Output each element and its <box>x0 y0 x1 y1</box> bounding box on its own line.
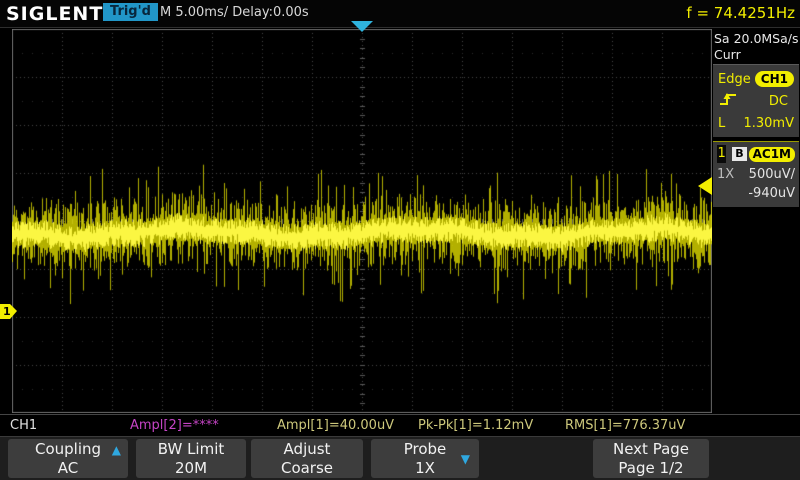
trigger-level-value: 1.30mV <box>743 116 794 131</box>
trigger-level-marker[interactable] <box>698 177 712 195</box>
trigger-status-badge: Trig'd <box>103 3 158 21</box>
measurement-ampl1: Ampl[1]=40.00uV <box>277 418 394 433</box>
chevron-down-icon: ▼ <box>461 450 470 469</box>
rising-edge-icon <box>718 91 738 111</box>
header-bar: SIGLENT Trig'd M 5.00ms/ Delay:0.00s f =… <box>0 0 800 28</box>
softkey-title: Adjust <box>251 440 363 459</box>
softkey-menu: Coupling AC ▲ BW Limit 20M Adjust Coarse… <box>0 437 800 480</box>
measurement-pkpk: Pk-Pk[1]=1.12mV <box>418 418 533 433</box>
trigger-source-badge: CH1 <box>755 71 794 87</box>
trigger-frequency-readout: f = 74.4251Hz <box>686 4 795 22</box>
channel-number: 1 <box>717 145 726 163</box>
channel-coupling-badge: AC1M <box>749 147 795 162</box>
measurement-rms: RMS[1]=776.37uV <box>565 418 685 433</box>
measurement-bar: CH1 Ampl[2]=**** Ampl[1]=40.00uV Pk-Pk[1… <box>0 414 800 437</box>
softkey-value: AC <box>8 459 128 478</box>
softkey-value: 20M <box>136 459 246 478</box>
waveform-display <box>12 29 712 413</box>
measurement-ampl2: Ampl[2]=**** <box>130 418 219 433</box>
bandwidth-limit-badge: B <box>732 147 746 161</box>
softkey-adjust[interactable]: Adjust Coarse <box>251 439 363 478</box>
oscilloscope-screen: SIGLENT Trig'd M 5.00ms/ Delay:0.00s f =… <box>0 0 800 480</box>
probe-attenuation: 1X <box>717 167 734 182</box>
sample-rate: Sa 20.0MSa/s <box>714 31 800 47</box>
softkey-next-page[interactable]: Next Page Page 1/2 <box>593 439 709 478</box>
vertical-scale: 500uV/ <box>749 167 795 182</box>
trigger-position-marker[interactable] <box>351 21 373 32</box>
softkey-coupling[interactable]: Coupling AC ▲ <box>8 439 128 478</box>
sidebar: Sa 20.0MSa/s Curr 1.40Mpts Edge CH1 DC L… <box>712 29 800 414</box>
softkey-probe[interactable]: Probe 1X ▼ <box>371 439 479 478</box>
trigger-level-label: L <box>718 116 725 131</box>
trigger-type: Edge <box>718 72 751 87</box>
softkey-bw-limit[interactable]: BW Limit 20M <box>136 439 246 478</box>
brand-logo: SIGLENT <box>6 3 103 25</box>
softkey-title: Coupling <box>8 440 128 459</box>
measurement-channel-label: CH1 <box>10 418 37 433</box>
softkey-value: Coarse <box>251 459 363 478</box>
softkey-title: BW Limit <box>136 440 246 459</box>
trigger-panel[interactable]: Edge CH1 DC L 1.30mV <box>713 64 799 137</box>
softkey-value: Page 1/2 <box>593 459 709 478</box>
trigger-coupling: DC <box>769 94 794 109</box>
chevron-up-icon: ▲ <box>112 441 121 460</box>
channel1-panel[interactable]: 1 B AC1M 1X 500uV/ -940uV <box>713 141 799 207</box>
softkey-title: Next Page <box>593 440 709 459</box>
timebase-readout: M 5.00ms/ Delay:0.00s <box>160 5 309 20</box>
vertical-offset: -940uV <box>717 185 795 205</box>
